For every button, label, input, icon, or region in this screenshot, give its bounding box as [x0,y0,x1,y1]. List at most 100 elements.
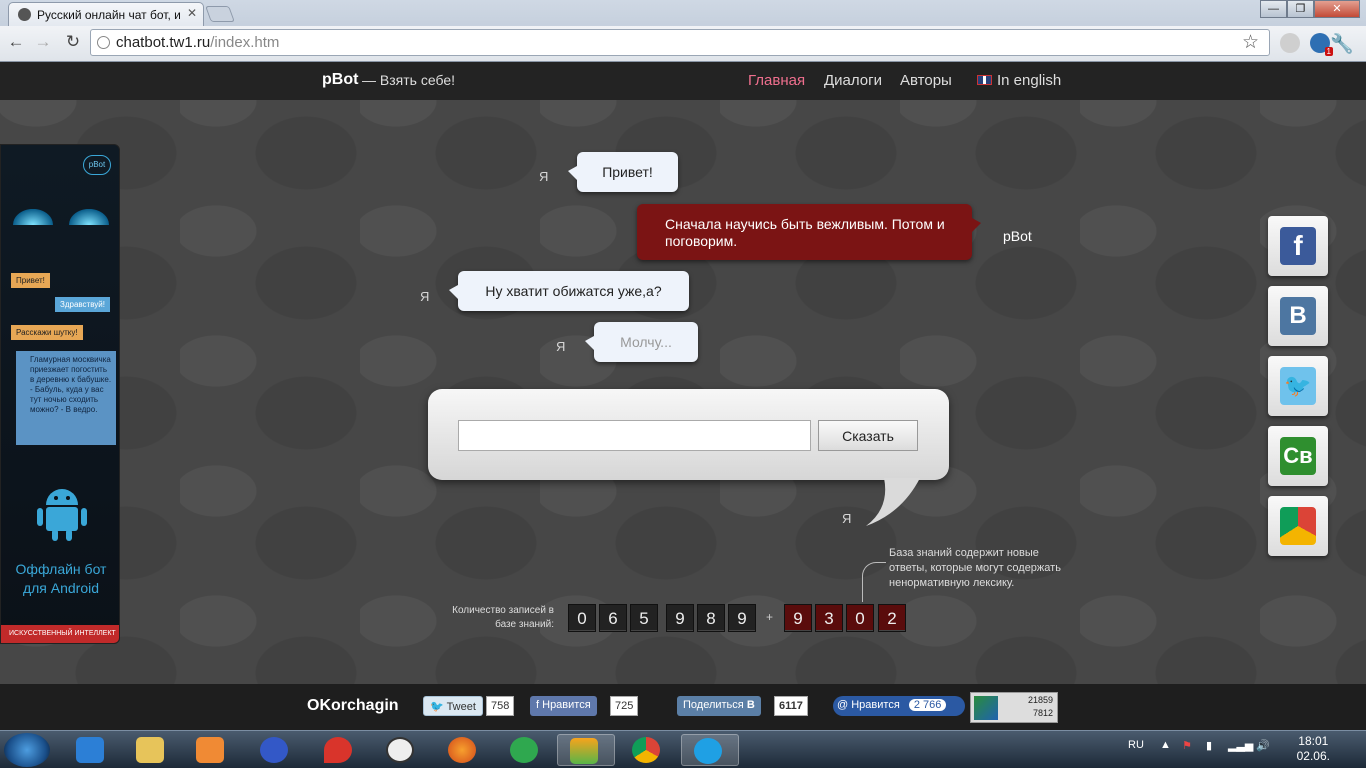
skype-icon [694,738,722,764]
chrome-store-button[interactable] [1268,496,1328,556]
knowledge-note: База знаний содержит новые ответы, котор… [889,547,1061,589]
liveinternet-counter[interactable]: 21859 7812 [970,692,1058,723]
speaker-label: pBot [1003,228,1032,244]
url-host: chatbot.tw1.ru [116,34,211,51]
user-message: Ну хватит обижатся уже,а? [449,271,689,311]
note-connector [862,562,886,602]
uk-flag-icon [977,75,992,85]
window-controls: — ❐ ✕ [1260,0,1360,18]
forward-arrow-icon[interactable]: → [32,32,54,52]
taskbar-ie[interactable] [64,734,116,766]
reload-icon[interactable]: ↻ [62,32,84,52]
clock-icon [386,737,414,763]
back-arrow-icon[interactable]: ← [5,32,27,52]
message-form: Сказать [428,389,949,480]
language-indicator[interactable]: RU [1128,739,1144,751]
windows-taskbar: RU ▲ ⚑ ▮ ▂▃▅ 🔊 18:01 02.06. [0,730,1366,768]
counter-digit: 8 [697,604,725,632]
pushpin-icon [324,737,352,763]
nav-authors[interactable]: Авторы [900,72,952,89]
typing-message: Молчу... [585,322,698,362]
battery-icon[interactable]: ▮ [1206,739,1212,752]
message-input[interactable] [458,420,811,451]
bot-message: Сначала научись быть вежливым. Потом и п… [637,204,981,260]
twitter-button[interactable]: 🐦 [1268,356,1328,416]
nav-home[interactable]: Главная [748,72,805,89]
banner-chat-bubble: Здравствуй! [55,297,110,312]
page-content: pBot — Взять себе! Главная Диалоги Автор… [0,62,1366,730]
tab-favicon-icon [18,8,31,21]
wrench-icon[interactable]: 🔧 [1330,32,1354,56]
site-logo[interactable]: pBot [322,71,358,89]
author-name[interactable]: OKorchagin [307,697,399,715]
message-text: Привет! [602,164,653,180]
mail-extension-icon[interactable]: 1 [1310,33,1333,56]
browser-toolbar: ← → ↻ chatbot.tw1.ru/index.htm ☆ 1 🔧 [0,26,1366,61]
facebook-like-button[interactable]: f Нравится [530,696,597,716]
signal-icon[interactable]: ▂▃▅ [1228,739,1253,752]
fb-like-label: Нравится [542,699,591,711]
android-app-banner[interactable]: pBot Привет! Здравствуй! Расскажи шутку!… [0,144,120,644]
banner-title: Оффлайн бот для Android [1,560,119,598]
gadget-icon [570,738,598,764]
system-clock[interactable]: 18:01 02.06. [1297,734,1330,764]
input-bubble-tail [862,478,920,526]
counter-digit: 5 [630,604,658,632]
fb-like-count: 725 [610,696,639,716]
nav-dialogs[interactable]: Диалоги [824,72,882,89]
mail-like-count: 2 766 [908,699,947,711]
volume-icon[interactable]: 🔊 [1256,739,1270,752]
new-counter-digit: 3 [815,604,843,632]
nav-english[interactable]: In english [997,72,1061,89]
browser-tab[interactable]: Русский онлайн чат бот, и ✕ [8,2,204,26]
tweet-button[interactable]: 🐦 Tweet [423,696,483,716]
facebook-icon: f [1280,227,1316,265]
counter-digit: 9 [728,604,756,632]
taskbar-mail-agent[interactable] [498,734,550,766]
banner-chat-bubble: Привет! [11,273,50,288]
maximize-icon[interactable]: ❐ [1287,0,1314,18]
say-button[interactable]: Сказать [818,420,918,451]
window-close-icon[interactable]: ✕ [1314,0,1360,18]
taskbar-media-player[interactable] [184,734,236,766]
taskbar-gadget[interactable] [557,734,615,766]
chrome-icon [632,737,660,763]
site-header: pBot — Взять себе! Главная Диалоги Автор… [0,62,1366,100]
taskbar-app[interactable] [248,734,300,766]
taskbar-chrome[interactable] [620,734,672,766]
vk-logo-icon: B [746,699,755,711]
tray-expand-icon[interactable]: ▲ [1160,739,1171,751]
mailru-like-button[interactable]: @ Нравится 2 766 [833,696,965,716]
new-counter-digit: 2 [878,604,906,632]
banner-chat-bubble: Расскажи шутку! [11,325,83,340]
bookmark-star-icon[interactable]: ☆ [1242,31,1259,54]
counter-digit: 9 [666,604,694,632]
at-sign-icon [510,737,538,763]
user-message: Привет! [568,152,678,192]
extension-icon[interactable] [1280,33,1300,53]
taskbar-skype[interactable] [681,734,739,766]
vk-share-label: Поделиться [683,699,744,711]
start-button[interactable] [4,733,50,767]
message-text: Ну хватит обижатся уже,а? [485,283,662,299]
tab-close-icon[interactable]: ✕ [187,6,197,20]
counter-digit: 0 [568,604,596,632]
taskbar-clock-app[interactable] [374,734,426,766]
folder-icon [136,737,164,763]
vkontakte-icon: B [1280,297,1316,335]
android-icon [37,489,87,541]
facebook-button[interactable]: f [1268,216,1328,276]
vkontakte-button[interactable]: B [1268,286,1328,346]
page-info-icon[interactable] [97,36,110,49]
site-tagline[interactable]: — Взять себе! [362,72,455,88]
address-bar[interactable]: chatbot.tw1.ru/index.htm ☆ [90,29,1270,56]
taskbar-firefox[interactable] [436,734,488,766]
network-status-icon[interactable]: ⚑ [1182,739,1192,752]
taskbar-pin[interactable] [312,734,364,766]
vk-share-button[interactable]: Поделиться B [677,696,761,716]
minimize-icon[interactable]: — [1260,0,1287,18]
cb-button[interactable]: Cв [1268,426,1328,486]
taskbar-explorer[interactable] [124,734,176,766]
internet-explorer-icon [76,737,104,763]
new-tab-button[interactable] [205,6,235,22]
